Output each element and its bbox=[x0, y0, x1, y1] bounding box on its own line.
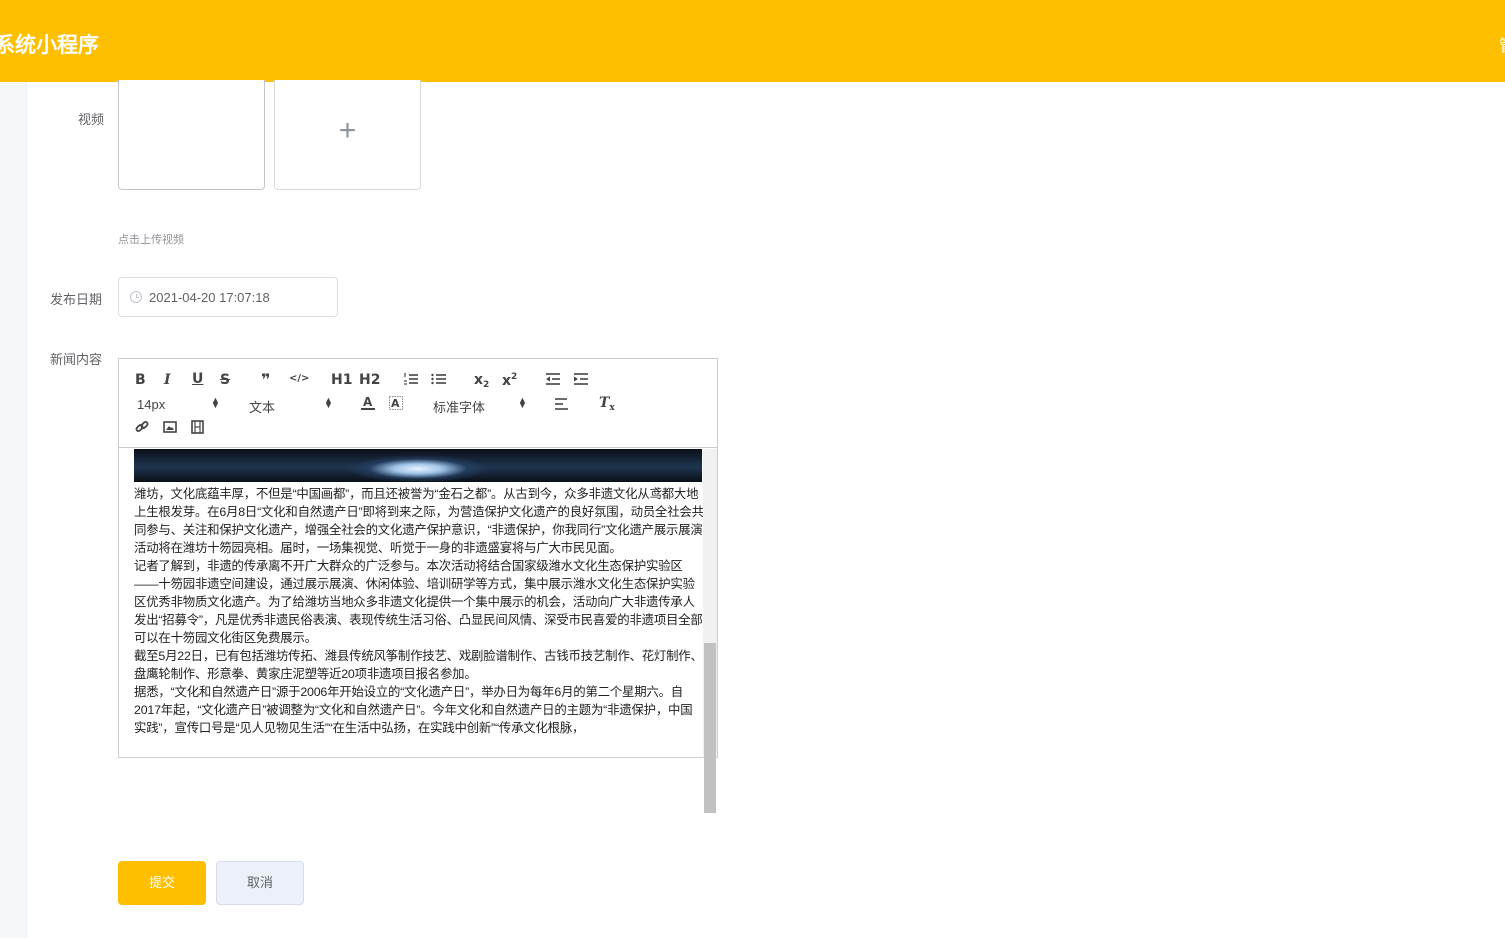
publish-date-value: 2021-04-20 17:07:18 bbox=[149, 290, 270, 305]
subscript-button[interactable]: x2 bbox=[474, 373, 489, 390]
font-family-arrows-icon: ▲ ▼ bbox=[518, 395, 527, 410]
image-icon[interactable] bbox=[163, 421, 177, 433]
header-select[interactable]: 文本 bbox=[249, 397, 275, 416]
editor-text[interactable]: 潍坊，文化底蕴丰厚，不但是“中国画都”，而且还被誉为“金石之都”。从古到今，众多… bbox=[134, 485, 704, 737]
video-label: 视频 bbox=[78, 112, 105, 127]
svg-text:A: A bbox=[391, 397, 400, 410]
video-upload-button[interactable]: + bbox=[274, 80, 421, 190]
code-button[interactable]: </> bbox=[289, 374, 309, 384]
paragraph: 据悉，“文化和自然遗产日”源于2006年开始设立的“文化遗产日”，举办日为每年6… bbox=[134, 685, 693, 735]
italic-button[interactable]: I bbox=[164, 373, 171, 387]
publish-date-input[interactable]: 2021-04-20 17:07:18 bbox=[118, 277, 338, 317]
subscript-label: x bbox=[474, 372, 484, 388]
header-arrows-icon: ▲ ▼ bbox=[324, 395, 333, 410]
font-size-select[interactable]: 14px bbox=[137, 397, 165, 412]
outdent-icon[interactable] bbox=[545, 372, 561, 386]
header2-button[interactable]: H2 bbox=[359, 373, 380, 387]
user-menu[interactable]: 管 bbox=[1499, 32, 1505, 56]
editor-scrollbar-thumb[interactable] bbox=[704, 643, 716, 813]
editor-toolbar: B I U S ❞ </> H1 H2 x2 x2 14px ▲ ▼ 文本 ▲ … bbox=[119, 359, 717, 448]
editor-content[interactable]: 潍坊，文化底蕴丰厚，不但是“中国画都”，而且还被誉为“金石之都”。从古到今，众多… bbox=[119, 449, 717, 757]
ordered-list-icon[interactable] bbox=[403, 372, 419, 386]
text-color-icon[interactable]: A bbox=[361, 395, 375, 411]
rich-text-editor[interactable]: B I U S ❞ </> H1 H2 x2 x2 14px ▲ ▼ 文本 ▲ … bbox=[118, 358, 718, 813]
indent-icon[interactable] bbox=[573, 372, 589, 386]
superscript-label: x bbox=[502, 373, 512, 389]
background-color-icon[interactable]: A bbox=[389, 395, 403, 411]
bold-button[interactable]: B bbox=[135, 373, 146, 387]
content-banner-image bbox=[134, 449, 702, 482]
paragraph: 截至5月22日，已有包括潍坊传拓、潍县传统风筝制作技艺、戏剧脸谱制作、古钱币技艺… bbox=[134, 649, 703, 681]
clear-format-label: T bbox=[599, 395, 610, 411]
link-icon[interactable] bbox=[135, 420, 150, 435]
submit-button[interactable]: 提交 bbox=[118, 861, 206, 905]
content-label: 新闻内容 bbox=[50, 352, 103, 367]
clock-icon bbox=[130, 291, 142, 303]
paragraph: 记者了解到，非遗的传承离不开广大群众的广泛参与。本次活动将结合国家级潍水文化生态… bbox=[134, 559, 703, 645]
editor-scrollbar[interactable] bbox=[703, 449, 717, 813]
underline-button[interactable]: U bbox=[192, 372, 203, 386]
header1-label: H1 bbox=[331, 372, 353, 388]
top-bar: 系统小程序 管 bbox=[0, 0, 1505, 82]
blockquote-button[interactable]: ❞ bbox=[261, 372, 270, 388]
svg-text:A: A bbox=[363, 395, 373, 409]
video-icon[interactable] bbox=[191, 420, 204, 434]
align-left-icon[interactable] bbox=[554, 397, 570, 411]
header1-button[interactable]: H1 bbox=[331, 373, 352, 387]
superscript-button[interactable]: x2 bbox=[502, 373, 517, 389]
video-upload-hint: 点击上传视频 bbox=[118, 234, 184, 246]
strike-button[interactable]: S bbox=[220, 373, 230, 387]
app-title: 系统小程序 bbox=[0, 34, 99, 57]
paragraph: 潍坊，文化底蕴丰厚，不但是“中国画都”，而且还被誉为“金石之都”。从古到今，众多… bbox=[134, 487, 704, 555]
clear-format-button[interactable]: Tx bbox=[599, 396, 615, 413]
video-preview[interactable] bbox=[118, 80, 265, 190]
plus-icon: + bbox=[338, 114, 357, 147]
date-label: 发布日期 bbox=[50, 292, 103, 307]
font-family-select[interactable]: 标准字体 bbox=[433, 397, 485, 416]
bullet-list-icon[interactable] bbox=[431, 372, 447, 386]
cancel-button[interactable]: 取消 bbox=[216, 861, 304, 905]
sidebar-edge bbox=[0, 82, 27, 938]
font-size-arrows-icon: ▲ ▼ bbox=[211, 395, 220, 410]
header2-label: H2 bbox=[359, 372, 381, 388]
